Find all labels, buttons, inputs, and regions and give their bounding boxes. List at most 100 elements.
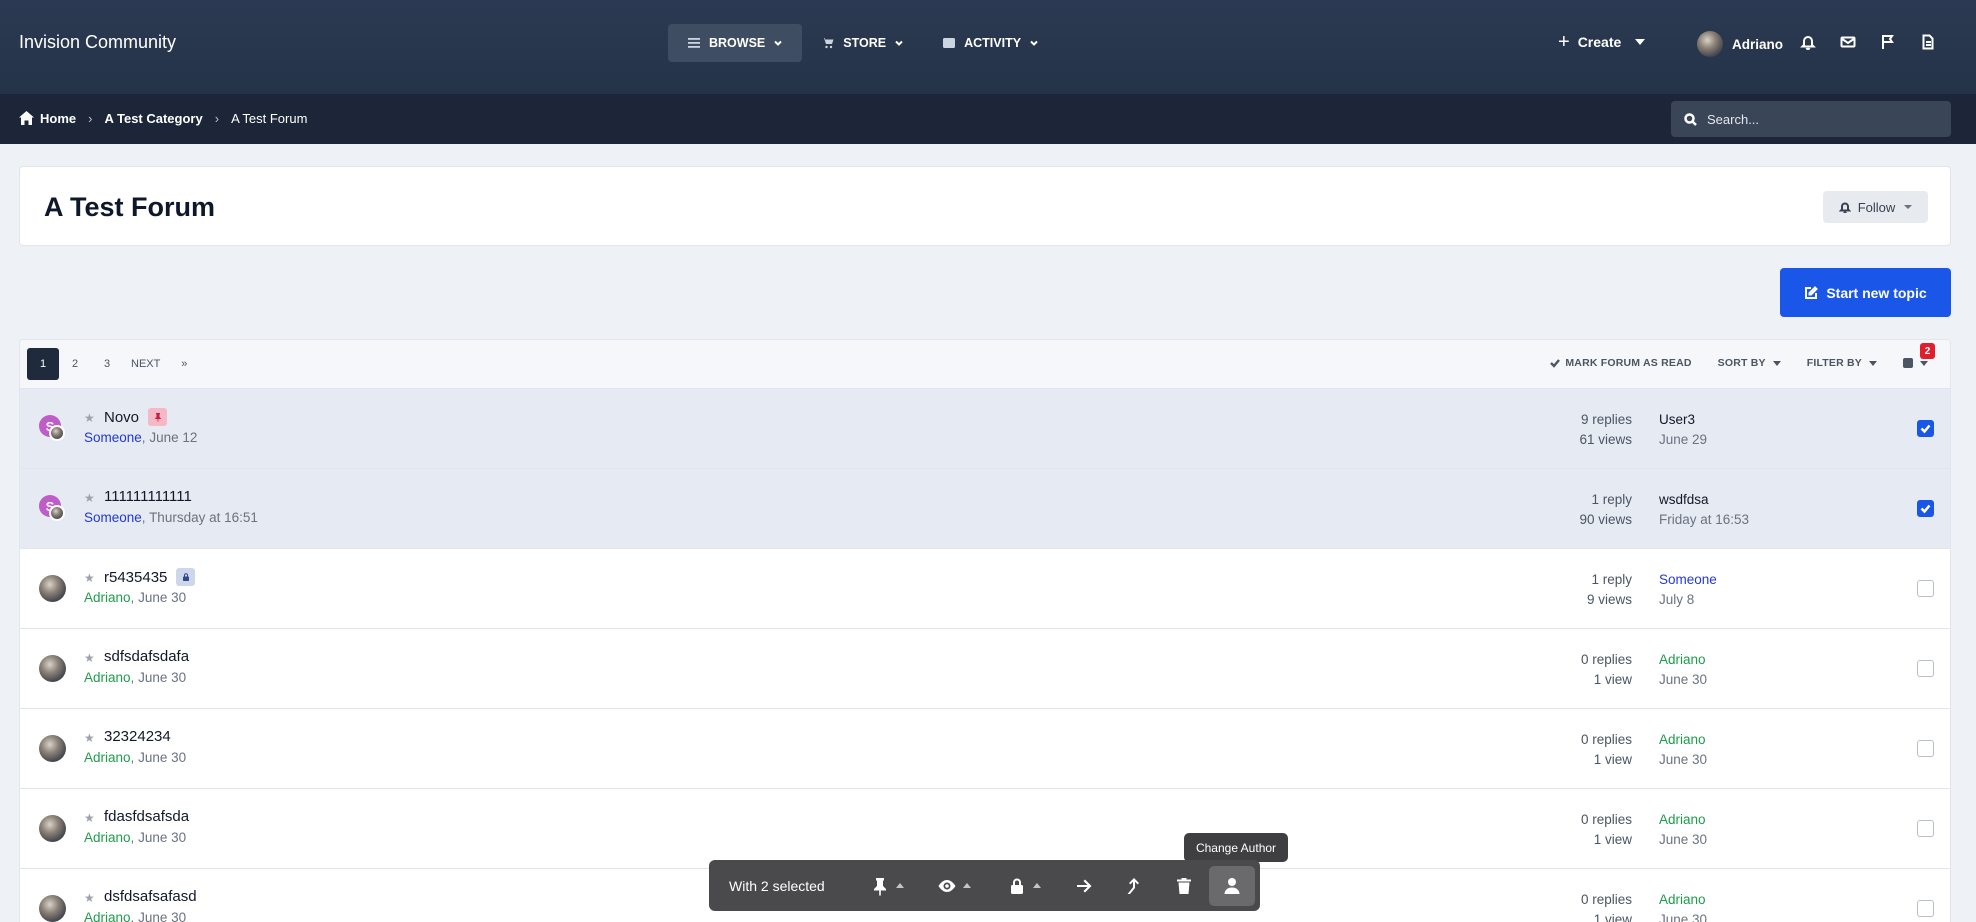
nav-store[interactable]: STORE bbox=[802, 24, 923, 62]
visibility-action-button[interactable] bbox=[919, 866, 989, 906]
last-poster-link[interactable]: Adriano bbox=[1659, 650, 1707, 670]
author-avatar-wrap[interactable] bbox=[39, 815, 66, 842]
last-poster-link[interactable]: Adriano bbox=[1659, 810, 1707, 830]
topic-row[interactable]: ★ sdfsdafsdafa Adriano, June 30 0 replie… bbox=[20, 629, 1950, 709]
breadcrumb: Home › A Test Category › A Test Forum bbox=[19, 111, 307, 126]
topic-title-link[interactable]: 111111111111 bbox=[104, 488, 192, 505]
start-new-topic-button[interactable]: Start new topic bbox=[1780, 268, 1951, 317]
topic-title-link[interactable]: sdfsdafsdafa bbox=[104, 648, 189, 665]
filter-by-button[interactable]: FILTER BY bbox=[1807, 357, 1877, 369]
row-select-checkbox[interactable] bbox=[1917, 500, 1934, 517]
last-post-date: June 29 bbox=[1659, 432, 1708, 447]
row-select-checkbox[interactable] bbox=[1917, 660, 1934, 677]
page-1[interactable]: 1 bbox=[27, 348, 59, 380]
reports-flag-icon[interactable] bbox=[1880, 34, 1896, 50]
last-page-double-chevron-icon[interactable]: » bbox=[168, 348, 200, 380]
topic-start-date: June 30 bbox=[138, 910, 187, 922]
page-2[interactable]: 2 bbox=[59, 348, 91, 380]
create-button[interactable]: + Create bbox=[1558, 32, 1646, 52]
topic-stats: 0 replies 1 view bbox=[1581, 650, 1632, 690]
topic-start-date: June 12 bbox=[149, 430, 198, 445]
author-avatar-wrap[interactable] bbox=[39, 655, 66, 682]
selection-count-text: With 2 selected bbox=[729, 877, 825, 894]
topic-row[interactable]: ★ fdasfdsafsda Adriano, June 30 0 replie… bbox=[20, 789, 1950, 869]
topic-title-link[interactable]: fdasfdsafsda bbox=[104, 808, 189, 825]
topic-title-link[interactable]: Novo bbox=[104, 408, 168, 426]
view-count: 1 view bbox=[1593, 832, 1632, 847]
row-select-checkbox[interactable] bbox=[1917, 420, 1934, 437]
breadcrumb-home[interactable]: Home bbox=[19, 111, 76, 126]
page-3[interactable]: 3 bbox=[91, 348, 123, 380]
view-count: 1 view bbox=[1593, 672, 1632, 687]
chevron-right-icon: › bbox=[88, 111, 93, 126]
messages-envelope-icon[interactable] bbox=[1840, 34, 1856, 50]
topic-row[interactable]: ★ r5435435 Adriano, June 30 1 reply 9 vie… bbox=[20, 549, 1950, 629]
reply-count: 9 replies bbox=[1580, 412, 1632, 427]
nav-activity[interactable]: ACTIVITY bbox=[923, 24, 1058, 62]
last-poster-link[interactable]: User3 bbox=[1659, 410, 1707, 430]
author-avatar-wrap[interactable]: S bbox=[39, 415, 66, 442]
topic-title-link[interactable]: dsfdsafsafasd bbox=[104, 888, 197, 905]
author-avatar-wrap[interactable] bbox=[39, 735, 66, 762]
document-icon[interactable] bbox=[1920, 34, 1936, 50]
move-action-button[interactable] bbox=[1059, 866, 1109, 906]
topic-author-link[interactable]: Someone bbox=[84, 510, 142, 525]
topic-author-link[interactable]: Adriano bbox=[84, 590, 131, 605]
list-toolbar: 1 2 3 NEXT » MARK FORUM AS READ SORT BY … bbox=[20, 340, 1950, 389]
last-poster-link[interactable]: wsdfdsa bbox=[1659, 490, 1749, 510]
topic-row[interactable]: ★ 32324234 Adriano, June 30 0 replies 1 v… bbox=[20, 709, 1950, 789]
author-avatar bbox=[39, 895, 66, 922]
lock-icon bbox=[182, 573, 189, 581]
follow-button[interactable]: Follow bbox=[1823, 191, 1928, 223]
topic-author-link[interactable]: Adriano bbox=[84, 910, 131, 922]
nav-browse[interactable]: BROWSE bbox=[668, 24, 803, 62]
search-input[interactable]: Search... bbox=[1671, 101, 1951, 137]
mark-forum-read-button[interactable]: MARK FORUM AS READ bbox=[1550, 357, 1691, 369]
row-select-checkbox[interactable] bbox=[1917, 820, 1934, 837]
author-avatar bbox=[39, 735, 66, 762]
moderation-bar: With 2 selected bbox=[709, 860, 1260, 911]
last-poster-link[interactable]: Adriano bbox=[1659, 890, 1707, 910]
list-tools: MARK FORUM AS READ SORT BY FILTER BY bbox=[1550, 357, 1928, 369]
last-poster-link[interactable]: Someone bbox=[1659, 570, 1717, 590]
topic-row[interactable]: S ★ 111111111111 Someone, Thursday at 16… bbox=[20, 469, 1950, 549]
row-select-checkbox[interactable] bbox=[1917, 580, 1934, 597]
user-name: Adriano bbox=[1732, 36, 1784, 52]
topic-author-link[interactable]: Adriano bbox=[84, 670, 131, 685]
topic-title-link[interactable]: r5435435 bbox=[104, 568, 196, 586]
topic-meta: Someone, June 12 bbox=[84, 430, 198, 445]
arrow-right-icon bbox=[1077, 879, 1092, 892]
author-avatar-wrap[interactable] bbox=[39, 895, 66, 922]
author-avatar-wrap[interactable] bbox=[39, 575, 66, 602]
view-count: 9 views bbox=[1586, 592, 1632, 607]
row-select-checkbox[interactable] bbox=[1917, 740, 1934, 757]
topic-title: 32324234 bbox=[104, 728, 171, 745]
topic-meta: Adriano, June 30 bbox=[84, 750, 187, 765]
row-select-checkbox[interactable] bbox=[1917, 900, 1934, 917]
pin-action-button[interactable] bbox=[855, 866, 919, 906]
author-avatar-wrap[interactable]: S bbox=[39, 495, 66, 522]
next-page-link[interactable]: NEXT bbox=[123, 348, 168, 380]
notifications-bell-icon[interactable] bbox=[1800, 34, 1816, 50]
delete-action-button[interactable] bbox=[1159, 866, 1209, 906]
topic-row[interactable]: S ★ Novo Someone, June 12 9 replies 61 vi… bbox=[20, 389, 1950, 469]
user-menu[interactable]: Adriano bbox=[1697, 31, 1783, 57]
topic-author-link[interactable]: Adriano bbox=[84, 750, 131, 765]
topic-meta: Someone, Thursday at 16:51 bbox=[84, 510, 258, 525]
eye-icon bbox=[938, 879, 956, 892]
breadcrumb-home-label: Home bbox=[40, 111, 77, 126]
change-author-action-button[interactable] bbox=[1209, 865, 1255, 906]
topic-title-link[interactable]: 32324234 bbox=[104, 728, 171, 745]
sort-by-button[interactable]: SORT BY bbox=[1718, 357, 1781, 369]
lock-action-button[interactable] bbox=[989, 866, 1059, 906]
view-count: 1 view bbox=[1593, 912, 1632, 922]
site-brand[interactable]: Invision Community bbox=[19, 32, 176, 53]
topic-list: 1 2 3 NEXT » MARK FORUM AS READ SORT BY … bbox=[19, 339, 1951, 922]
last-poster-link[interactable]: Adriano bbox=[1659, 730, 1707, 750]
topic-author-link[interactable]: Someone bbox=[84, 430, 142, 445]
breadcrumb-category[interactable]: A Test Category bbox=[104, 111, 202, 126]
main-nav: BROWSE STORE ACTIVITY bbox=[668, 24, 1058, 62]
topic-author-link[interactable]: Adriano bbox=[84, 830, 131, 845]
merge-action-button[interactable] bbox=[1109, 866, 1159, 906]
header-icons bbox=[1800, 34, 1936, 50]
